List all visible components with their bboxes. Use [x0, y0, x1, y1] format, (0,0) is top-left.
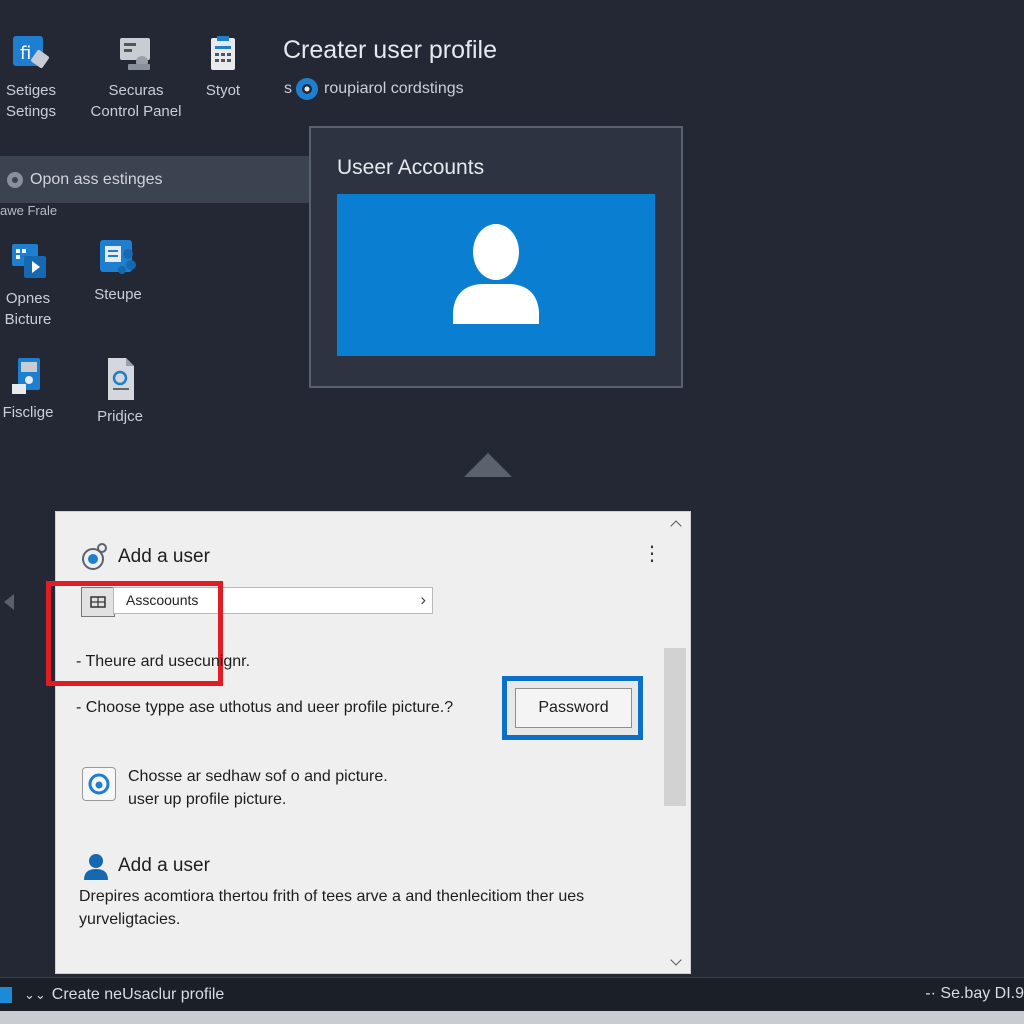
taskbar-app-icon[interactable]: [0, 986, 12, 1003]
taskbar: ⌄⌄ Create neUsaclur profile -· Se.bay DI…: [0, 977, 1024, 1011]
gear-icon: [7, 171, 23, 188]
user-icon: [84, 854, 108, 880]
add-user-description: Drepires acomtiora thertou frith of tees…: [79, 888, 585, 928]
desktop-icon-document[interactable]: Pridjce: [92, 352, 148, 427]
search-text: roupiarol cordstings: [324, 80, 464, 97]
chevron-right-icon: ›: [420, 590, 426, 609]
desktop-icon-label: Pridjce: [97, 408, 143, 425]
chevron-down-icon[interactable]: ⌄⌄: [24, 987, 46, 1003]
security-control-panel-icon: [120, 38, 150, 70]
dialog-line-2: - Choose typpe ase uthotus and ueer prof…: [76, 699, 454, 716]
add-user-dialog: Add a user ⋮ Asscoounts › - Theure ard u…: [46, 511, 691, 974]
profile-picture-icon: [88, 773, 110, 795]
desktop-icon-security-control-panel[interactable]: Securas Control Panel: [84, 34, 188, 122]
document-icon: [108, 358, 134, 400]
dialog-header: Add a user: [80, 542, 210, 572]
profile-picture-option[interactable]: Chosse ar sedhaw sof o and picture. user…: [82, 765, 388, 811]
settings-icon: fi: [13, 36, 49, 68]
open-settings-item[interactable]: Opon ass estinges: [0, 156, 310, 203]
search-line[interactable]: s roupiarol cordstings: [284, 76, 464, 102]
desktop-icon-label: Securas Control Panel: [90, 82, 182, 120]
search-icon: [296, 78, 318, 100]
bottom-strip: [0, 1011, 1024, 1024]
desktop-icon-label: Styot: [205, 82, 241, 99]
add-user-title: Add a user: [118, 855, 210, 876]
picture-icon: [82, 767, 116, 801]
svg-text:fi: fi: [20, 43, 31, 64]
desktop-icon-label: Steupe: [94, 286, 142, 303]
desktop-icon-label: Fisclige: [2, 404, 54, 421]
desktop-icon-label: Setiges Setings: [5, 82, 57, 120]
taskbar-app-label[interactable]: Create neUsaclur profile: [52, 986, 225, 1004]
back-arrow-icon[interactable]: [4, 594, 14, 610]
open-picture-icon: [12, 244, 46, 278]
setup-icon: [100, 240, 136, 274]
open-settings-label: Opon ass estinges: [30, 170, 163, 188]
dialog-line-1: - Theure ard usecunignr.: [76, 653, 251, 670]
scroll-down-icon[interactable]: [670, 954, 682, 966]
desktop-icon-clipboard[interactable]: Styot: [198, 34, 248, 101]
user-accounts-card[interactable]: Useer Accounts: [309, 126, 683, 388]
device-icon: [12, 358, 40, 394]
more-options-icon[interactable]: ⋮: [642, 544, 662, 564]
desktop-icon-settings[interactable]: fi Setiges Setings: [2, 34, 60, 122]
desktop-icon-open-picture[interactable]: Opnes Bicture: [0, 242, 56, 330]
taskbar-status: -· Se.bay DI.9: [925, 985, 1024, 1002]
user-accounts-title: Useer Accounts: [337, 156, 485, 179]
user-accounts-tile[interactable]: [337, 194, 655, 356]
frame-label: awe Frale: [0, 203, 58, 218]
desktop-icon-device[interactable]: Fisclige: [0, 356, 56, 423]
clipboard-icon: [211, 36, 235, 70]
page-title: Creater user profile: [283, 36, 497, 64]
desktop-icon-label: Opnes Bicture: [4, 290, 52, 328]
password-button[interactable]: Password: [515, 688, 632, 728]
add-user-section: Add a user: [82, 852, 210, 880]
scrollbar-thumb[interactable]: [664, 648, 686, 806]
collapse-arrow-icon[interactable]: [464, 453, 512, 477]
dialog-title: Add a user: [118, 546, 210, 567]
search-prefix: s: [284, 80, 292, 97]
profile-picture-text: Chosse ar sedhaw sof o and picture. user…: [128, 768, 388, 808]
user-avatar-icon: [453, 224, 539, 324]
user-settings-icon: [82, 543, 107, 570]
desktop-icon-setup[interactable]: Steupe: [90, 238, 146, 305]
scroll-up-icon[interactable]: [670, 520, 682, 532]
